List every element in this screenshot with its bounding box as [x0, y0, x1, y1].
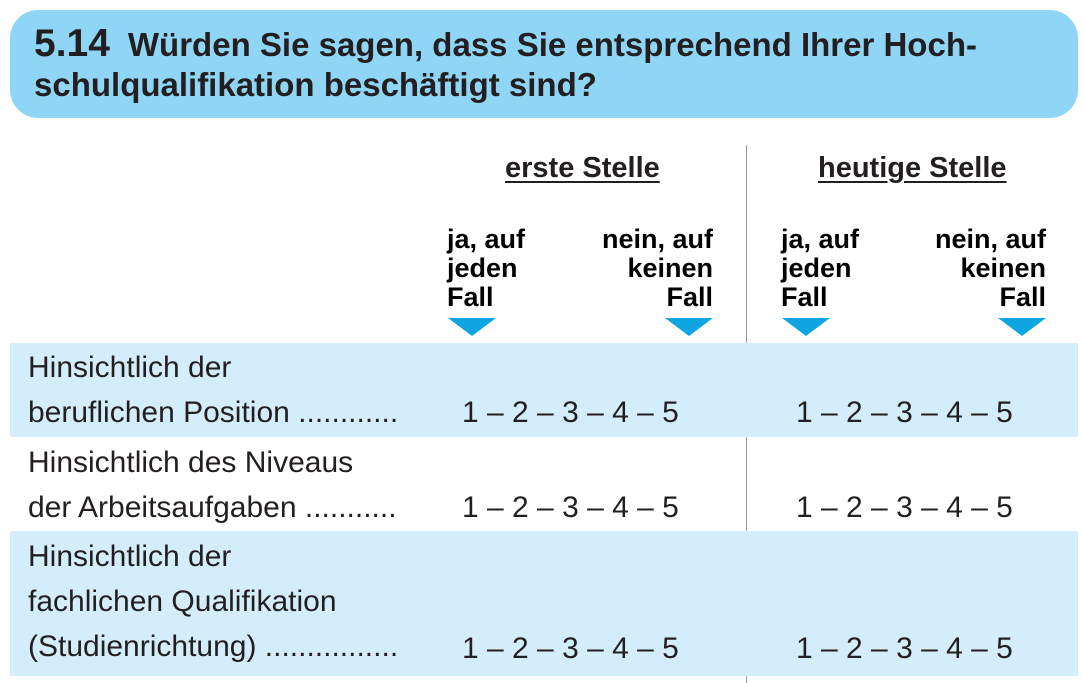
table-row: Hinsichtlich der beruflichen Position ..… — [10, 343, 1078, 437]
scale-label-yes-first: ja, auf jeden Fall — [447, 224, 526, 312]
row-label: Hinsichtlich des Niveaus der Arbeitsaufg… — [28, 446, 397, 524]
arrow-down-icon — [448, 318, 496, 336]
table-row: Hinsichtlich der fachlichen Qualifikatio… — [10, 531, 1078, 676]
table-row: Hinsichtlich des Niveaus der Arbeitsaufg… — [10, 437, 1078, 531]
arrow-down-icon — [782, 318, 830, 336]
rating-scale-first[interactable]: 1 – 2 – 3 – 4 – 5 — [462, 626, 679, 671]
column-title-current: heutige Stelle — [818, 152, 1007, 184]
rating-scale-current[interactable]: 1 – 2 – 3 – 4 – 5 — [796, 485, 1013, 530]
row-label: Hinsichtlich der beruflichen Position ..… — [28, 351, 399, 429]
arrow-down-icon — [665, 318, 713, 336]
rating-scale-current[interactable]: 1 – 2 – 3 – 4 – 5 — [796, 626, 1013, 671]
question-number: 5.14 — [34, 22, 110, 65]
scale-label-no-first: nein, auf keinen Fall — [601, 224, 713, 312]
rating-scale-current[interactable]: 1 – 2 – 3 – 4 – 5 — [796, 390, 1013, 435]
question-header: 5.14 Würden Sie sagen, dass Sie entsprech… — [10, 10, 1078, 118]
scale-label-yes-current: ja, auf jeden Fall — [781, 224, 860, 312]
column-title-first: erste Stelle — [505, 152, 660, 184]
rating-scale-first[interactable]: 1 – 2 – 3 – 4 – 5 — [462, 390, 679, 435]
arrow-down-icon — [998, 318, 1046, 336]
scale-label-no-current: nein, auf keinen Fall — [934, 224, 1046, 312]
rating-scale-first[interactable]: 1 – 2 – 3 – 4 – 5 — [462, 485, 679, 530]
question-text: Würden Sie sagen, dass Sie entsprechend … — [34, 26, 977, 103]
row-label: Hinsichtlich der fachlichen Qualifikatio… — [28, 540, 399, 663]
